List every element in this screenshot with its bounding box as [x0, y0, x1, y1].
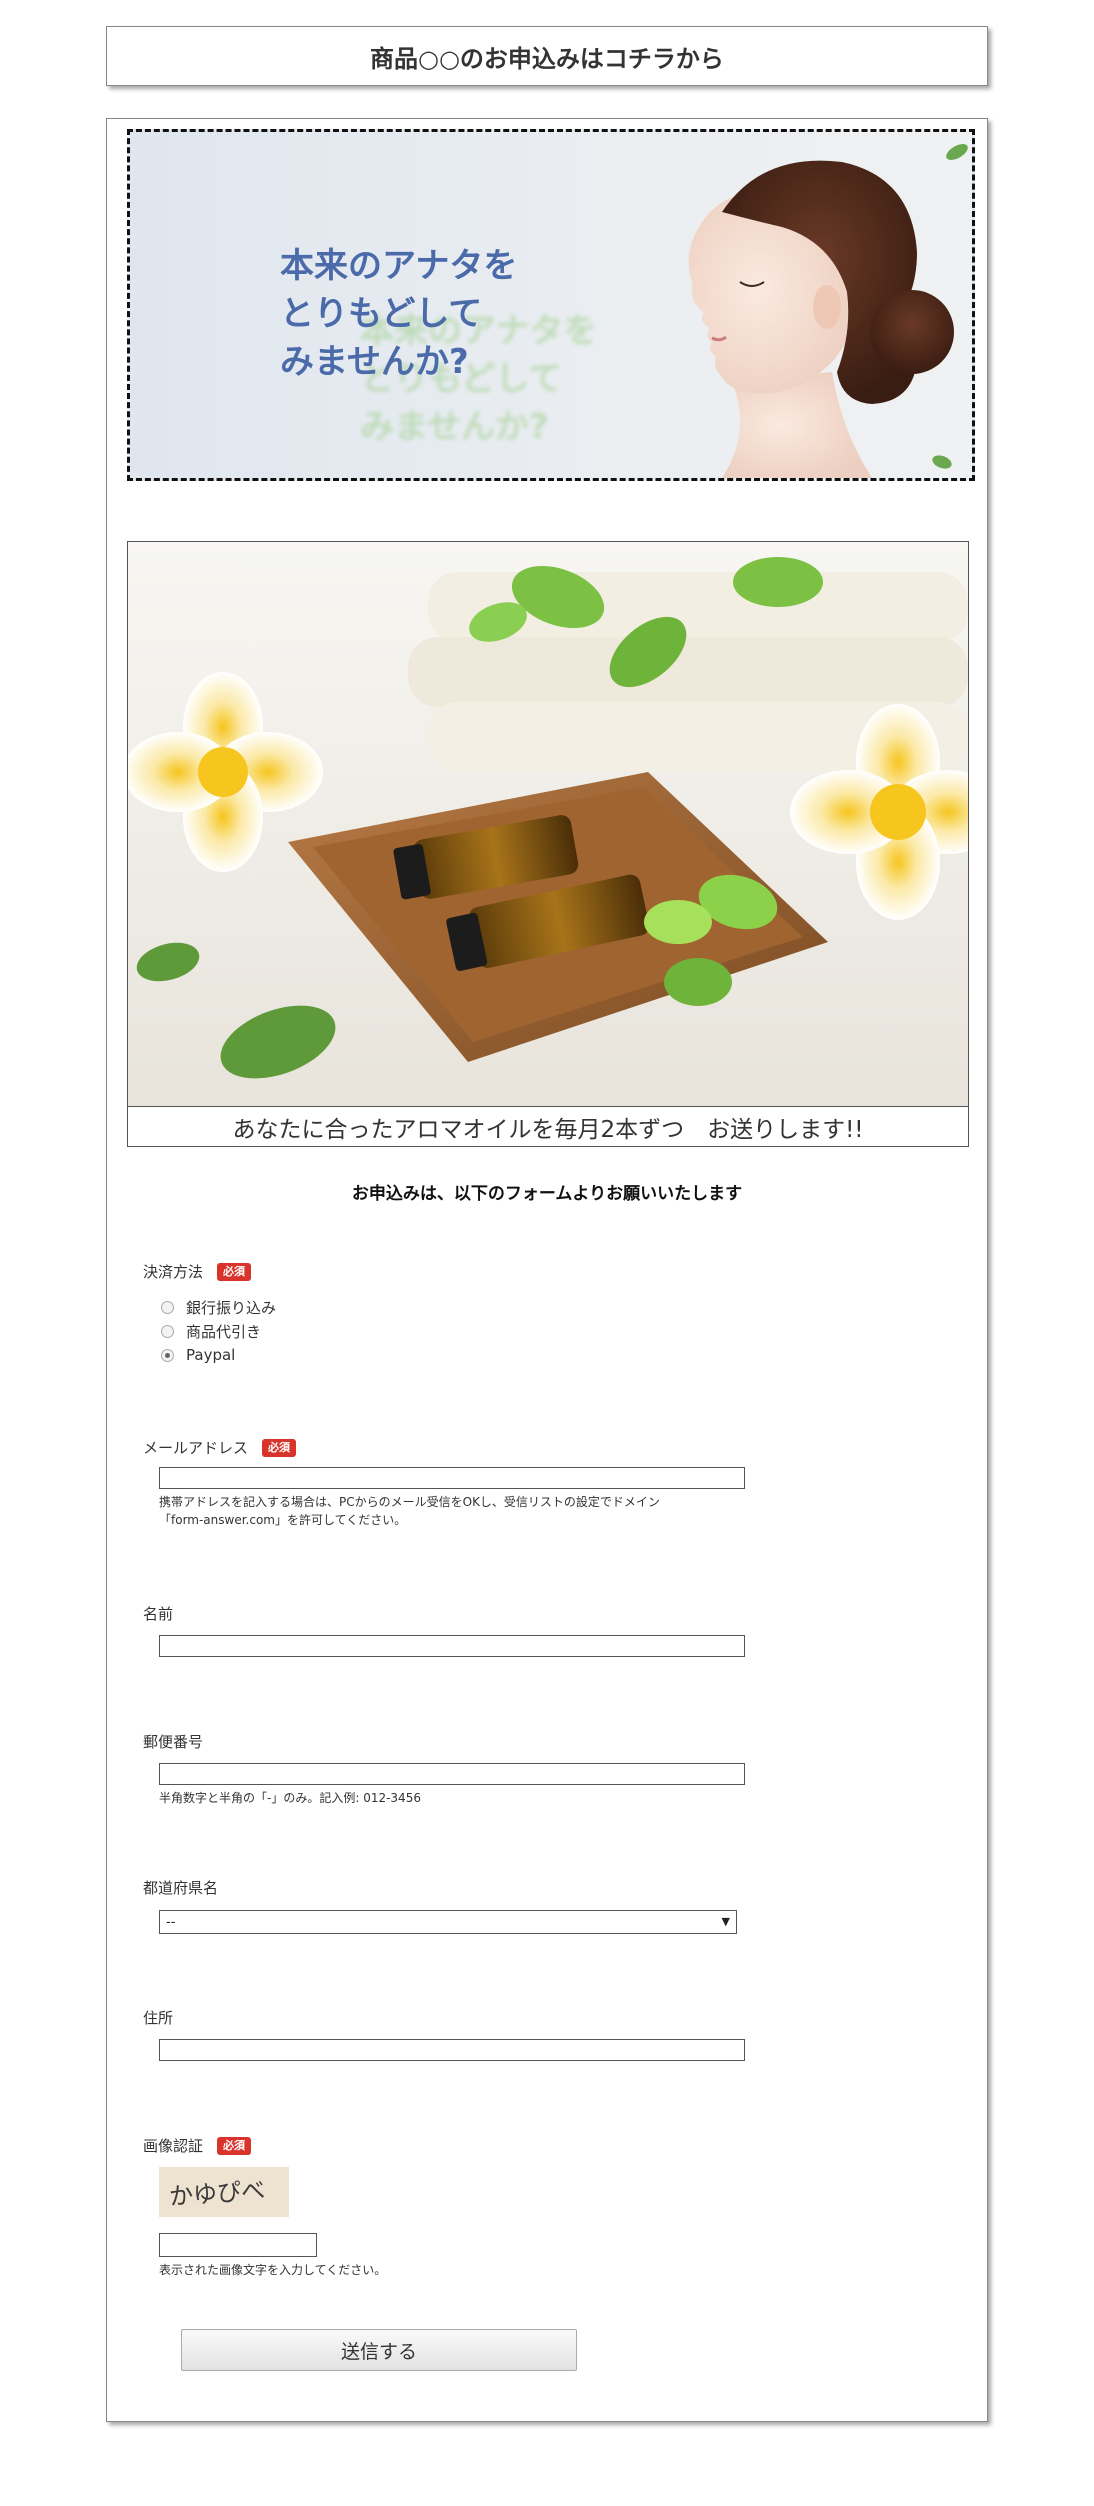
banner-headline: 本来のアナタを とりもどして みませんか?: [280, 246, 518, 382]
name-label: 名前: [143, 1603, 173, 1624]
name-field[interactable]: [159, 1635, 745, 1657]
payment-method-label: 決済方法 必須: [143, 1261, 252, 1282]
aroma-caption: あなたに合ったアロマオイルを毎月2本ずつ お送りします!!: [128, 1106, 968, 1147]
page-title: 商品○○のお申込みはコチラから: [106, 26, 988, 86]
captcha-image: かゆぴべ: [159, 2167, 289, 2217]
captcha-input[interactable]: [159, 2233, 317, 2257]
hero-banner: 本来のアナタを とりもどして みませんか? 本来のアナタを とりもどして みませ…: [127, 129, 975, 481]
main-panel: 本来のアナタを とりもどして みませんか? 本来のアナタを とりもどして みませ…: [106, 118, 988, 2422]
radio-button[interactable]: [161, 1300, 174, 1314]
address-label-text: 住所: [143, 2009, 174, 2027]
payment-option-label: 商品代引き: [186, 1322, 262, 1341]
prefecture-label: 都道府県名: [143, 1877, 218, 1898]
postal-code-field[interactable]: [159, 1763, 745, 1785]
address-label: 住所: [143, 2007, 173, 2028]
submit-button[interactable]: 送信する: [181, 2329, 577, 2371]
name-label-text: 名前: [143, 1605, 174, 1623]
payment-option-label: Paypal: [186, 1346, 236, 1364]
woman-portrait-image: [688, 144, 968, 478]
email-note: 携帯アドレスを記入する場合は、PCからのメール受信をOKし、受信リストの設定でド…: [159, 1495, 660, 1527]
prefecture-selected-value: --: [166, 1914, 176, 1930]
payment-option-cod[interactable]: 商品代引き: [161, 1319, 276, 1343]
form-intro: お申込みは、以下のフォームよりお願いいたします: [351, 1184, 743, 1204]
radio-button[interactable]: [161, 1324, 174, 1338]
aroma-product-box: あなたに合ったアロマオイルを毎月2本ずつ お送りします!!: [127, 541, 969, 1147]
prefecture-label-text: 都道府県名: [143, 1879, 219, 1897]
required-badge: 必須: [217, 1262, 252, 1281]
payment-option-bank[interactable]: 銀行振り込み: [161, 1295, 276, 1319]
required-badge: 必須: [262, 1438, 297, 1457]
required-badge: 必須: [217, 2136, 252, 2155]
payment-option-label: 銀行振り込み: [186, 1298, 277, 1317]
prefecture-select[interactable]: -- ▼: [159, 1910, 737, 1934]
captcha-note: 表示された画像文字を入力してください。: [159, 2263, 387, 2277]
postal-code-label-text: 郵便番号: [143, 1733, 204, 1751]
radio-button-selected[interactable]: [161, 1348, 174, 1362]
postal-code-label: 郵便番号: [143, 1731, 203, 1752]
email-label: メールアドレス 必須: [143, 1437, 297, 1458]
payment-method-options: 銀行振り込み 商品代引き Paypal: [161, 1295, 276, 1367]
captcha-label: 画像認証 必須: [143, 2135, 252, 2156]
payment-option-paypal[interactable]: Paypal: [161, 1343, 276, 1367]
postal-code-note: 半角数字と半角の「-」のみ。記入例: 012-3456: [159, 1791, 421, 1805]
chevron-down-icon: ▼: [721, 1915, 730, 1928]
address-field[interactable]: [159, 2039, 745, 2061]
email-field[interactable]: [159, 1467, 745, 1489]
payment-method-label-text: 決済方法: [143, 1263, 204, 1281]
email-label-text: メールアドレス: [143, 1439, 249, 1457]
captcha-label-text: 画像認証: [143, 2137, 204, 2155]
aroma-oil-photo: [128, 542, 968, 1106]
